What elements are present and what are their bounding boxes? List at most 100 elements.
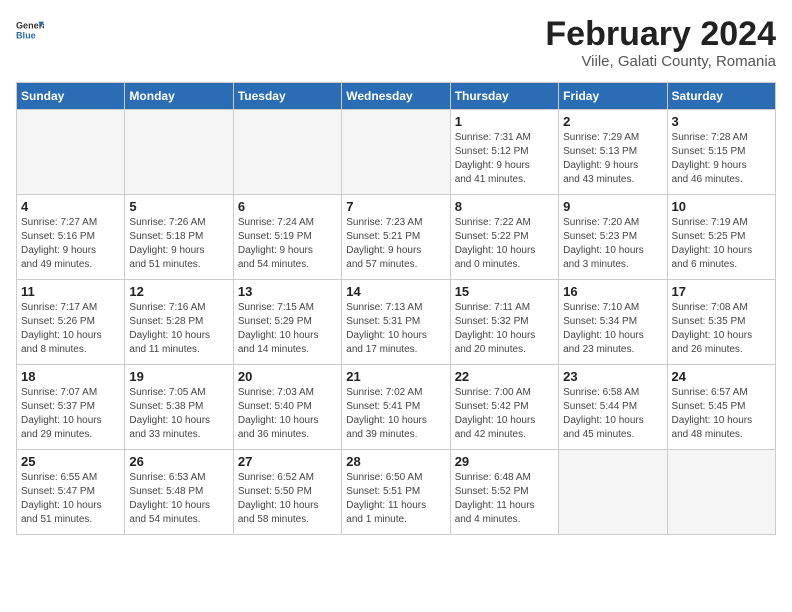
day-number: 5	[129, 199, 228, 214]
calendar-day-cell	[17, 110, 125, 195]
day-number: 13	[238, 284, 337, 299]
calendar-header-row: SundayMondayTuesdayWednesdayThursdayFrid…	[17, 83, 776, 110]
calendar-day-cell: 18 Sunrise: 7:07 AMSunset: 5:37 PMDayligh…	[17, 365, 125, 450]
calendar-day-cell: 17 Sunrise: 7:08 AMSunset: 5:35 PMDayligh…	[667, 280, 775, 365]
day-info: Sunrise: 6:52 AMSunset: 5:50 PMDaylight:…	[238, 471, 337, 527]
calendar-day-cell: 13 Sunrise: 7:15 AMSunset: 5:29 PMDayligh…	[233, 280, 341, 365]
day-number: 16	[563, 284, 662, 299]
day-info: Sunrise: 6:57 AMSunset: 5:45 PMDaylight:…	[672, 386, 771, 442]
day-info: Sunrise: 7:02 AMSunset: 5:41 PMDaylight:…	[346, 386, 445, 442]
day-info: Sunrise: 7:28 AMSunset: 5:15 PMDaylight:…	[672, 131, 771, 187]
calendar-table: SundayMondayTuesdayWednesdayThursdayFrid…	[16, 82, 776, 535]
day-info: Sunrise: 7:16 AMSunset: 5:28 PMDaylight:…	[129, 301, 228, 357]
day-number: 21	[346, 369, 445, 384]
day-number: 8	[455, 199, 554, 214]
day-number: 3	[672, 114, 771, 129]
day-info: Sunrise: 6:58 AMSunset: 5:44 PMDaylight:…	[563, 386, 662, 442]
calendar-day-cell: 28 Sunrise: 6:50 AMSunset: 5:51 PMDayligh…	[342, 450, 450, 535]
svg-text:Blue: Blue	[16, 30, 36, 40]
calendar-day-cell: 2Sunrise: 7:29 AMSunset: 5:13 PMDaylight…	[559, 110, 667, 195]
calendar-week-row: 1 Sunrise: 7:31 AMSunset: 5:12 PMDaylight…	[17, 110, 776, 195]
day-number: 22	[455, 369, 554, 384]
day-info: Sunrise: 6:55 AMSunset: 5:47 PMDaylight:…	[21, 471, 120, 527]
day-of-week-header: Saturday	[667, 83, 775, 110]
day-of-week-header: Sunday	[17, 83, 125, 110]
calendar-day-cell	[342, 110, 450, 195]
logo: General Blue	[16, 16, 44, 44]
location-title: Viile, Galati County, Romania	[545, 53, 776, 70]
day-number: 25	[21, 454, 120, 469]
day-info: Sunrise: 7:03 AMSunset: 5:40 PMDaylight:…	[238, 386, 337, 442]
day-of-week-header: Wednesday	[342, 83, 450, 110]
calendar-day-cell: 21 Sunrise: 7:02 AMSunset: 5:41 PMDayligh…	[342, 365, 450, 450]
day-number: 19	[129, 369, 228, 384]
day-number: 27	[238, 454, 337, 469]
calendar-week-row: 25 Sunrise: 6:55 AMSunset: 5:47 PMDayligh…	[17, 450, 776, 535]
day-number: 18	[21, 369, 120, 384]
page-header: General Blue February 2024 Viile, Galati…	[16, 16, 776, 70]
day-number: 1	[455, 114, 554, 129]
day-info: Sunrise: 7:11 AMSunset: 5:32 PMDaylight:…	[455, 301, 554, 357]
calendar-week-row: 11 Sunrise: 7:17 AMSunset: 5:26 PMDayligh…	[17, 280, 776, 365]
calendar-day-cell: 26 Sunrise: 6:53 AMSunset: 5:48 PMDayligh…	[125, 450, 233, 535]
day-number: 11	[21, 284, 120, 299]
calendar-day-cell: 11 Sunrise: 7:17 AMSunset: 5:26 PMDayligh…	[17, 280, 125, 365]
month-title: February 2024	[545, 16, 776, 53]
calendar-day-cell	[125, 110, 233, 195]
day-info: Sunrise: 7:17 AMSunset: 5:26 PMDaylight:…	[21, 301, 120, 357]
day-of-week-header: Monday	[125, 83, 233, 110]
calendar-day-cell: 19Sunrise: 7:05 AMSunset: 5:38 PMDayligh…	[125, 365, 233, 450]
calendar-week-row: 4 Sunrise: 7:27 AMSunset: 5:16 PMDaylight…	[17, 195, 776, 280]
day-info: Sunrise: 7:00 AMSunset: 5:42 PMDaylight:…	[455, 386, 554, 442]
calendar-day-cell: 14 Sunrise: 7:13 AMSunset: 5:31 PMDayligh…	[342, 280, 450, 365]
calendar-day-cell: 10Sunrise: 7:19 AMSunset: 5:25 PMDayligh…	[667, 195, 775, 280]
calendar-day-cell	[233, 110, 341, 195]
day-info: Sunrise: 7:13 AMSunset: 5:31 PMDaylight:…	[346, 301, 445, 357]
day-info: Sunrise: 7:31 AMSunset: 5:12 PMDaylight:…	[455, 131, 554, 187]
calendar-day-cell: 6 Sunrise: 7:24 AMSunset: 5:19 PMDaylight…	[233, 195, 341, 280]
calendar-day-cell: 20Sunrise: 7:03 AMSunset: 5:40 PMDayligh…	[233, 365, 341, 450]
day-number: 29	[455, 454, 554, 469]
day-info: Sunrise: 7:27 AMSunset: 5:16 PMDaylight:…	[21, 216, 120, 272]
day-info: Sunrise: 7:07 AMSunset: 5:37 PMDaylight:…	[21, 386, 120, 442]
day-number: 23	[563, 369, 662, 384]
day-info: Sunrise: 7:08 AMSunset: 5:35 PMDaylight:…	[672, 301, 771, 357]
day-number: 7	[346, 199, 445, 214]
calendar-day-cell: 25 Sunrise: 6:55 AMSunset: 5:47 PMDayligh…	[17, 450, 125, 535]
day-number: 2	[563, 114, 662, 129]
calendar-day-cell: 12 Sunrise: 7:16 AMSunset: 5:28 PMDayligh…	[125, 280, 233, 365]
day-info: Sunrise: 7:19 AMSunset: 5:25 PMDaylight:…	[672, 216, 771, 272]
title-area: February 2024 Viile, Galati County, Roma…	[545, 16, 776, 70]
day-info: Sunrise: 6:48 AMSunset: 5:52 PMDaylight:…	[455, 471, 554, 527]
calendar-day-cell: 16Sunrise: 7:10 AMSunset: 5:34 PMDayligh…	[559, 280, 667, 365]
day-info: Sunrise: 7:26 AMSunset: 5:18 PMDaylight:…	[129, 216, 228, 272]
day-number: 6	[238, 199, 337, 214]
day-number: 15	[455, 284, 554, 299]
calendar-day-cell: 9 Sunrise: 7:20 AMSunset: 5:23 PMDaylight…	[559, 195, 667, 280]
day-info: Sunrise: 7:24 AMSunset: 5:19 PMDaylight:…	[238, 216, 337, 272]
day-info: Sunrise: 7:15 AMSunset: 5:29 PMDaylight:…	[238, 301, 337, 357]
day-number: 4	[21, 199, 120, 214]
day-number: 14	[346, 284, 445, 299]
calendar-day-cell	[559, 450, 667, 535]
calendar-day-cell	[667, 450, 775, 535]
day-number: 9	[563, 199, 662, 214]
calendar-day-cell: 7 Sunrise: 7:23 AMSunset: 5:21 PMDaylight…	[342, 195, 450, 280]
calendar-day-cell: 15 Sunrise: 7:11 AMSunset: 5:32 PMDayligh…	[450, 280, 558, 365]
calendar-day-cell: 27 Sunrise: 6:52 AMSunset: 5:50 PMDayligh…	[233, 450, 341, 535]
logo-icon: General Blue	[16, 16, 44, 44]
calendar-day-cell: 4 Sunrise: 7:27 AMSunset: 5:16 PMDaylight…	[17, 195, 125, 280]
day-info: Sunrise: 7:23 AMSunset: 5:21 PMDaylight:…	[346, 216, 445, 272]
day-info: Sunrise: 6:50 AMSunset: 5:51 PMDaylight:…	[346, 471, 445, 527]
calendar-day-cell: 1 Sunrise: 7:31 AMSunset: 5:12 PMDaylight…	[450, 110, 558, 195]
day-number: 17	[672, 284, 771, 299]
day-number: 26	[129, 454, 228, 469]
day-number: 28	[346, 454, 445, 469]
day-info: Sunrise: 6:53 AMSunset: 5:48 PMDaylight:…	[129, 471, 228, 527]
day-info: Sunrise: 7:22 AMSunset: 5:22 PMDaylight:…	[455, 216, 554, 272]
calendar-day-cell: 22 Sunrise: 7:00 AMSunset: 5:42 PMDayligh…	[450, 365, 558, 450]
calendar-day-cell: 24Sunrise: 6:57 AMSunset: 5:45 PMDayligh…	[667, 365, 775, 450]
day-info: Sunrise: 7:20 AMSunset: 5:23 PMDaylight:…	[563, 216, 662, 272]
day-number: 12	[129, 284, 228, 299]
calendar-day-cell: 5 Sunrise: 7:26 AMSunset: 5:18 PMDaylight…	[125, 195, 233, 280]
